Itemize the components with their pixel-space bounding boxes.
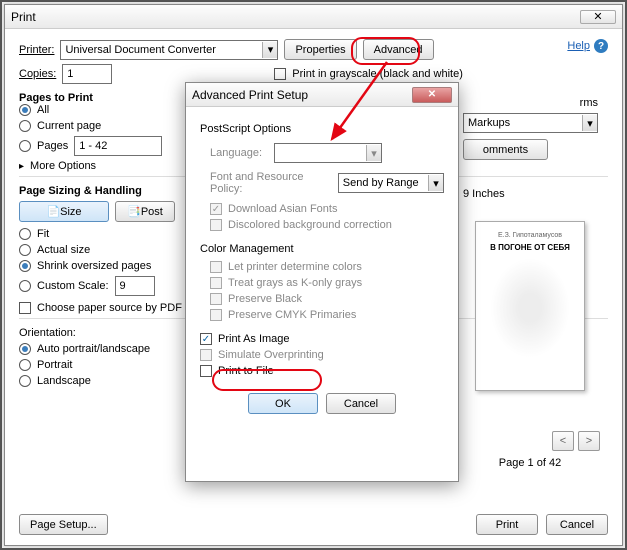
- radio-current-page[interactable]: [19, 120, 31, 132]
- printer-label: Printer:: [19, 44, 54, 56]
- ok-button[interactable]: OK: [248, 393, 318, 414]
- advanced-button[interactable]: Advanced: [363, 39, 434, 60]
- font-policy-select[interactable]: Send by Range▾: [338, 173, 444, 193]
- advanced-print-setup-dialog: Advanced Print Setup ✕ PostScript Option…: [185, 82, 459, 482]
- page-counter: Page 1 of 42: [460, 457, 600, 469]
- copies-label: Copies:: [19, 68, 56, 80]
- custom-scale-input[interactable]: [115, 276, 155, 296]
- simulate-overprinting-checkbox: [200, 349, 212, 361]
- postscript-options-heading: PostScript Options: [200, 123, 444, 135]
- discolored-bg-checkbox: [210, 219, 222, 231]
- close-icon[interactable]: ✕: [412, 87, 452, 103]
- print-as-image-checkbox[interactable]: [200, 333, 212, 345]
- treat-grays-checkbox: [210, 277, 222, 289]
- next-page-button[interactable]: >: [578, 431, 600, 451]
- radio-all[interactable]: [19, 104, 31, 116]
- page-setup-button[interactable]: Page Setup...: [19, 514, 108, 535]
- adv-cancel-button[interactable]: Cancel: [326, 393, 396, 414]
- size-button[interactable]: 📄 Size: [19, 201, 109, 222]
- radio-landscape[interactable]: [19, 375, 31, 387]
- help-icon: ?: [594, 39, 608, 53]
- comments-button[interactable]: omments: [463, 139, 548, 160]
- poster-button[interactable]: 📑 Post: [115, 201, 175, 222]
- chevron-right-icon: [19, 160, 24, 172]
- chevron-down-icon: ▾: [366, 145, 381, 161]
- markups-select[interactable]: Markups ▾: [463, 113, 598, 133]
- choose-source-checkbox[interactable]: [19, 302, 31, 314]
- printer-select[interactable]: Universal Document Converter ▾: [60, 40, 278, 60]
- radio-portrait[interactable]: [19, 359, 31, 371]
- preserve-cmyk-checkbox: [210, 309, 222, 321]
- print-button[interactable]: Print: [476, 514, 538, 535]
- print-to-file-checkbox[interactable]: [200, 365, 212, 377]
- radio-pages[interactable]: [19, 140, 31, 152]
- document-preview-image: [490, 258, 570, 358]
- help-link[interactable]: Help ?: [567, 39, 608, 53]
- radio-auto-orient[interactable]: [19, 343, 31, 355]
- pages-range-input[interactable]: [74, 136, 162, 156]
- print-title: Print: [11, 10, 36, 24]
- properties-button[interactable]: Properties: [284, 39, 356, 60]
- let-printer-checkbox: [210, 261, 222, 273]
- radio-custom-scale[interactable]: [19, 280, 31, 292]
- chevron-down-icon: ▾: [428, 175, 443, 191]
- download-asian-fonts-checkbox: [210, 203, 222, 215]
- radio-shrink[interactable]: [19, 260, 31, 272]
- chevron-down-icon: ▾: [582, 115, 597, 131]
- adv-titlebar: Advanced Print Setup ✕: [186, 83, 458, 107]
- close-icon[interactable]: ✕: [580, 10, 616, 24]
- copies-input[interactable]: [62, 64, 112, 84]
- print-preview: Е.З. Гипоталамусов В ПОГОНЕ ОТ СЕБЯ < > …: [460, 209, 600, 499]
- chevron-down-icon: ▾: [262, 42, 277, 58]
- cancel-button[interactable]: Cancel: [546, 514, 608, 535]
- radio-fit[interactable]: [19, 228, 31, 240]
- grayscale-checkbox[interactable]: [274, 68, 286, 80]
- print-titlebar: Print ✕: [5, 5, 622, 29]
- paper-size-label: 9 Inches: [463, 188, 598, 200]
- color-mgmt-heading: Color Management: [200, 243, 444, 255]
- ps-language-select: ▾: [274, 143, 382, 163]
- prev-page-button[interactable]: <: [552, 431, 574, 451]
- radio-actual-size[interactable]: [19, 244, 31, 256]
- preserve-black-checkbox: [210, 293, 222, 305]
